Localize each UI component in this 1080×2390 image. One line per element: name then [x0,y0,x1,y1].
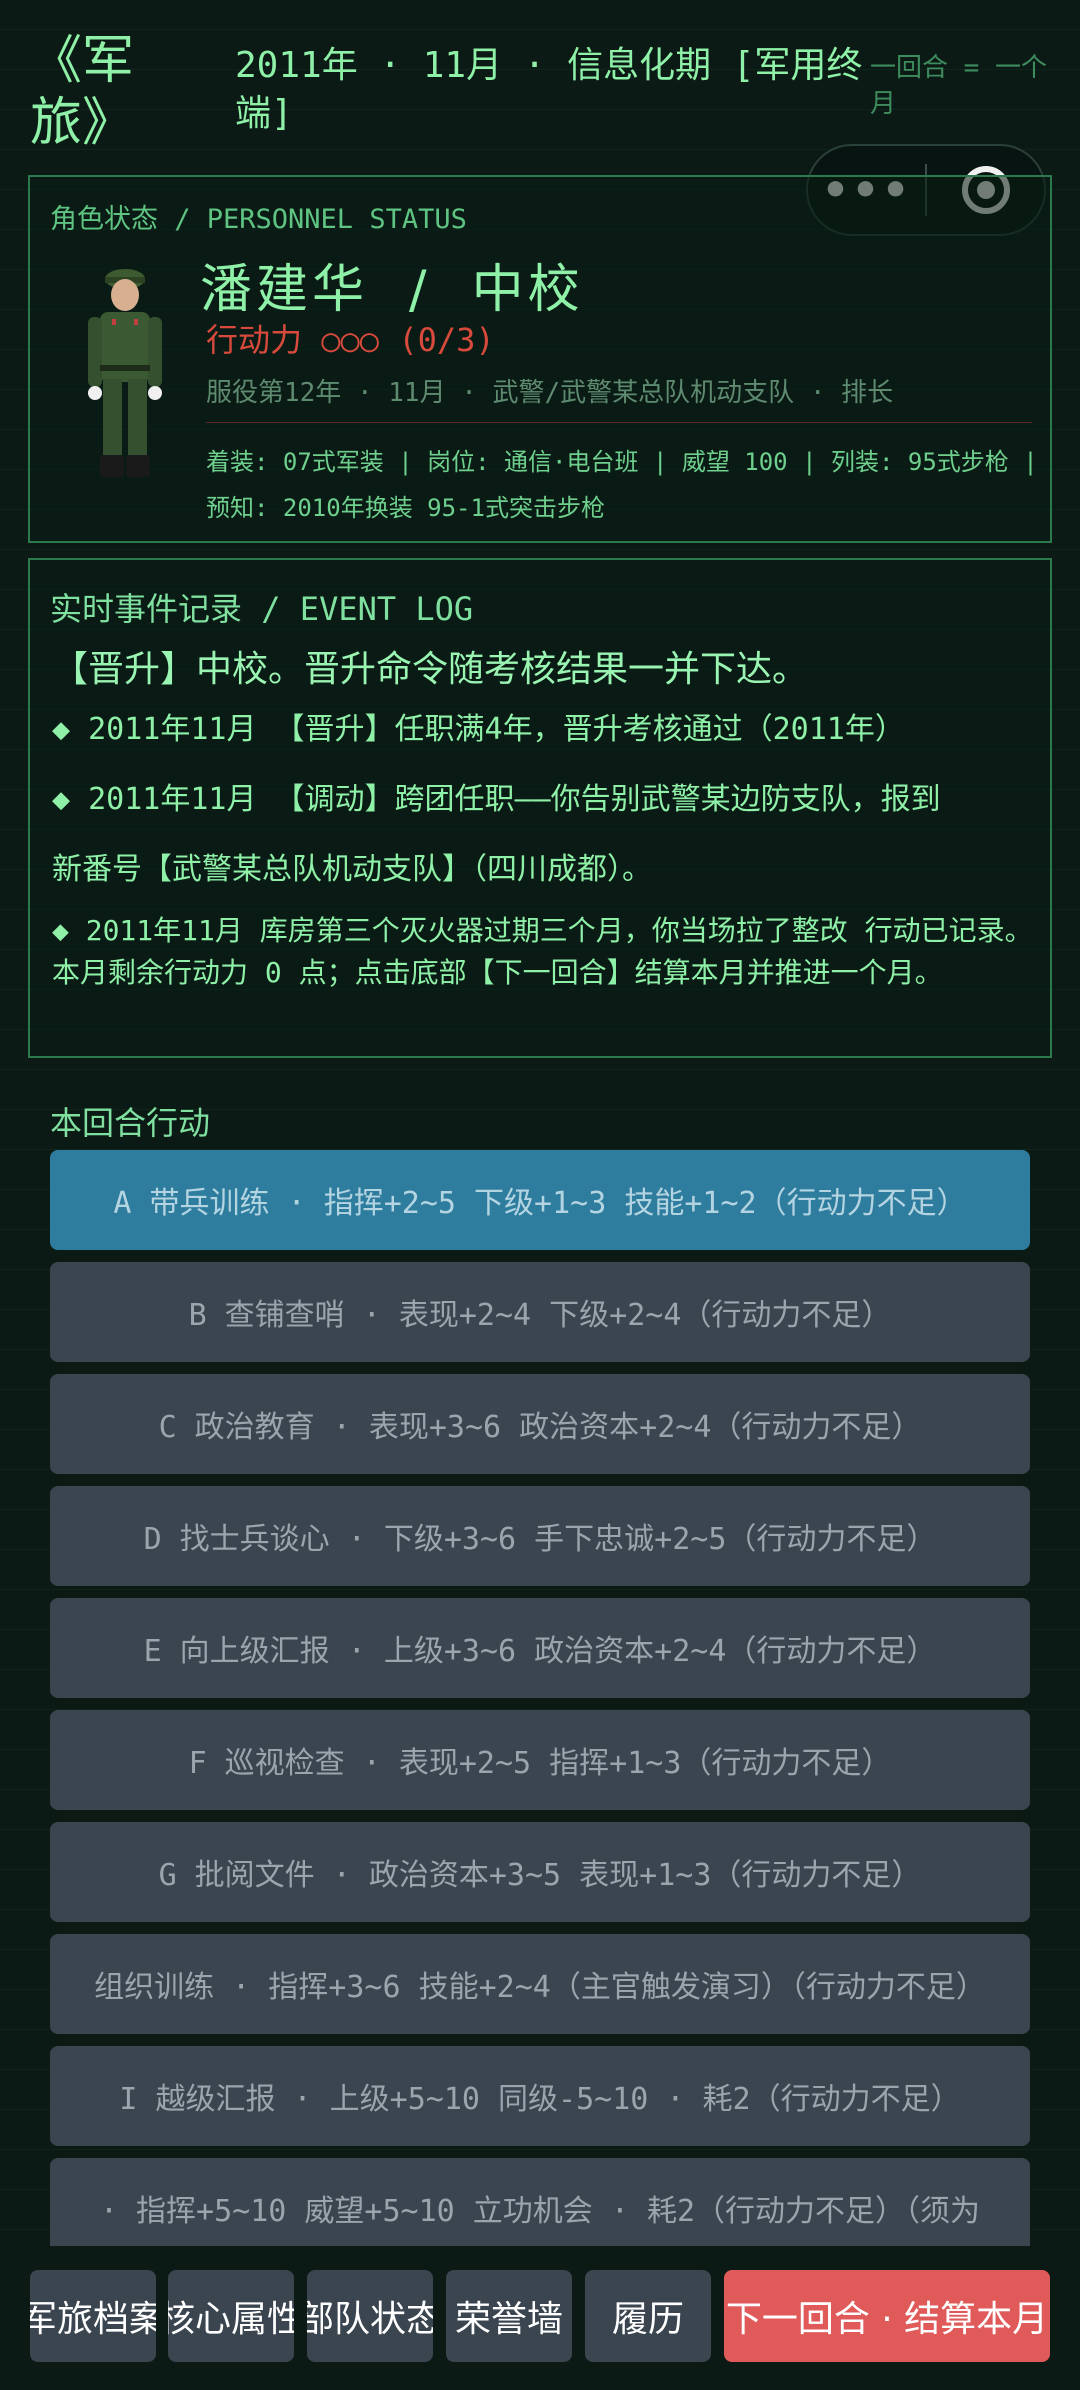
tab-attributes[interactable]: 核心属性 [168,2270,294,2362]
equipment-info: 着装: 07式军装 | 岗位: 通信·电台班 | 威望 100 | 列装: 95… [206,448,1038,522]
action-button-i[interactable]: I 越级汇报 · 上级+5~10 同级-5~10 · 耗2（行动力不足） [50,2046,1030,2146]
tab-honor-wall[interactable]: 荣誉墙 [446,2270,572,2362]
turn-hint: 一回合 = 一个月 [870,53,1047,119]
action-button-e[interactable]: E 向上级汇报 · 上级+3~6 政治资本+2~4（行动力不足） [50,1598,1030,1698]
officer-name-rank: 潘建华 / 中校 [200,260,584,320]
log-note: ◆ 2011年11月 库房第三个灭火器过期三个月，你当场拉了整改 行动已记录。本… [52,914,1033,989]
action-button-g[interactable]: G 批阅文件 · 政治资本+3~5 表现+1~3（行动力不足） [50,1822,1030,1922]
tab-unit-status[interactable]: 部队状态 [307,2270,433,2362]
app-header: 《军旅》 2011年 · 11月 · 信息化期 [军用终端] 一回合 = 一个月 [30,30,1050,153]
status-heading: 角色状态 / PERSONNEL STATUS [50,204,467,235]
tab-archive[interactable]: 军旅档案 [30,2270,156,2362]
next-turn-button[interactable]: 下一回合 · 结算本月 [724,2270,1050,2362]
actions-heading: 本回合行动 [50,1104,211,1142]
event-log-panel: 实时事件记录 / EVENT LOG 【晋升】中校。晋升命令随考核结果一并下达。… [28,558,1052,1058]
date-era-label: 2011年 · 11月 · 信息化期 [军用终端] [235,45,863,134]
action-button-d[interactable]: D 找士兵谈心 · 下级+3~6 手下忠诚+2~5（行动力不足） [50,1486,1030,1586]
action-button-c[interactable]: C 政治教育 · 表现+3~6 政治资本+2~4（行动力不足） [50,1374,1030,1474]
action-button-a[interactable]: A 带兵训练 · 指挥+2~5 下级+1~3 技能+1~2（行动力不足） [50,1150,1030,1250]
app-title: 《军旅》 [30,31,135,153]
event-log-heading: 实时事件记录 / EVENT LOG [50,590,474,628]
action-button-h[interactable]: 组织训练 · 指挥+3~6 技能+2~4（主官触发演习）（行动力不足） [50,1934,1030,2034]
log-entry: ◆ 2011年11月 【调动】跨团任职——你告别武警某边防支队，报到 [52,782,941,817]
action-points: 行动力 ○○○ (0/3) [206,321,495,359]
action-button-j[interactable]: · 指挥+5~10 威望+5~10 立功机会 · 耗2（行动力不足）（须为 [50,2158,1030,2258]
log-entry: ◆ 2011年11月 【晋升】任职满4年，晋升考核通过（2011年） [52,712,905,747]
soldier-avatar [88,269,162,477]
bottom-tab-bar: 军旅档案 核心属性 部队状态 荣誉墙 履历 下一回合 · 结算本月 [0,2246,1080,2390]
personnel-status-panel: 角色状态 / PERSONNEL STATUS 潘建华 / 中校 行动力 ○○○… [28,175,1052,543]
status-divider [206,422,1032,423]
action-button-b[interactable]: B 查铺查哨 · 表现+2~4 下级+2~4（行动力不足） [50,1262,1030,1362]
tab-resume[interactable]: 履历 [585,2270,711,2362]
service-info: 服役第12年 · 11月 · 武警/武警某总队机动支队 · 排长 [206,378,894,408]
action-button-f[interactable]: F 巡视检查 · 表现+2~5 指挥+1~3（行动力不足） [50,1710,1030,1810]
log-entry: 新番号【武警某总队机动支队】（四川成都）。 [52,852,652,887]
event-headline: 【晋升】中校。晋升命令随考核结果一并下达。 [52,649,809,690]
